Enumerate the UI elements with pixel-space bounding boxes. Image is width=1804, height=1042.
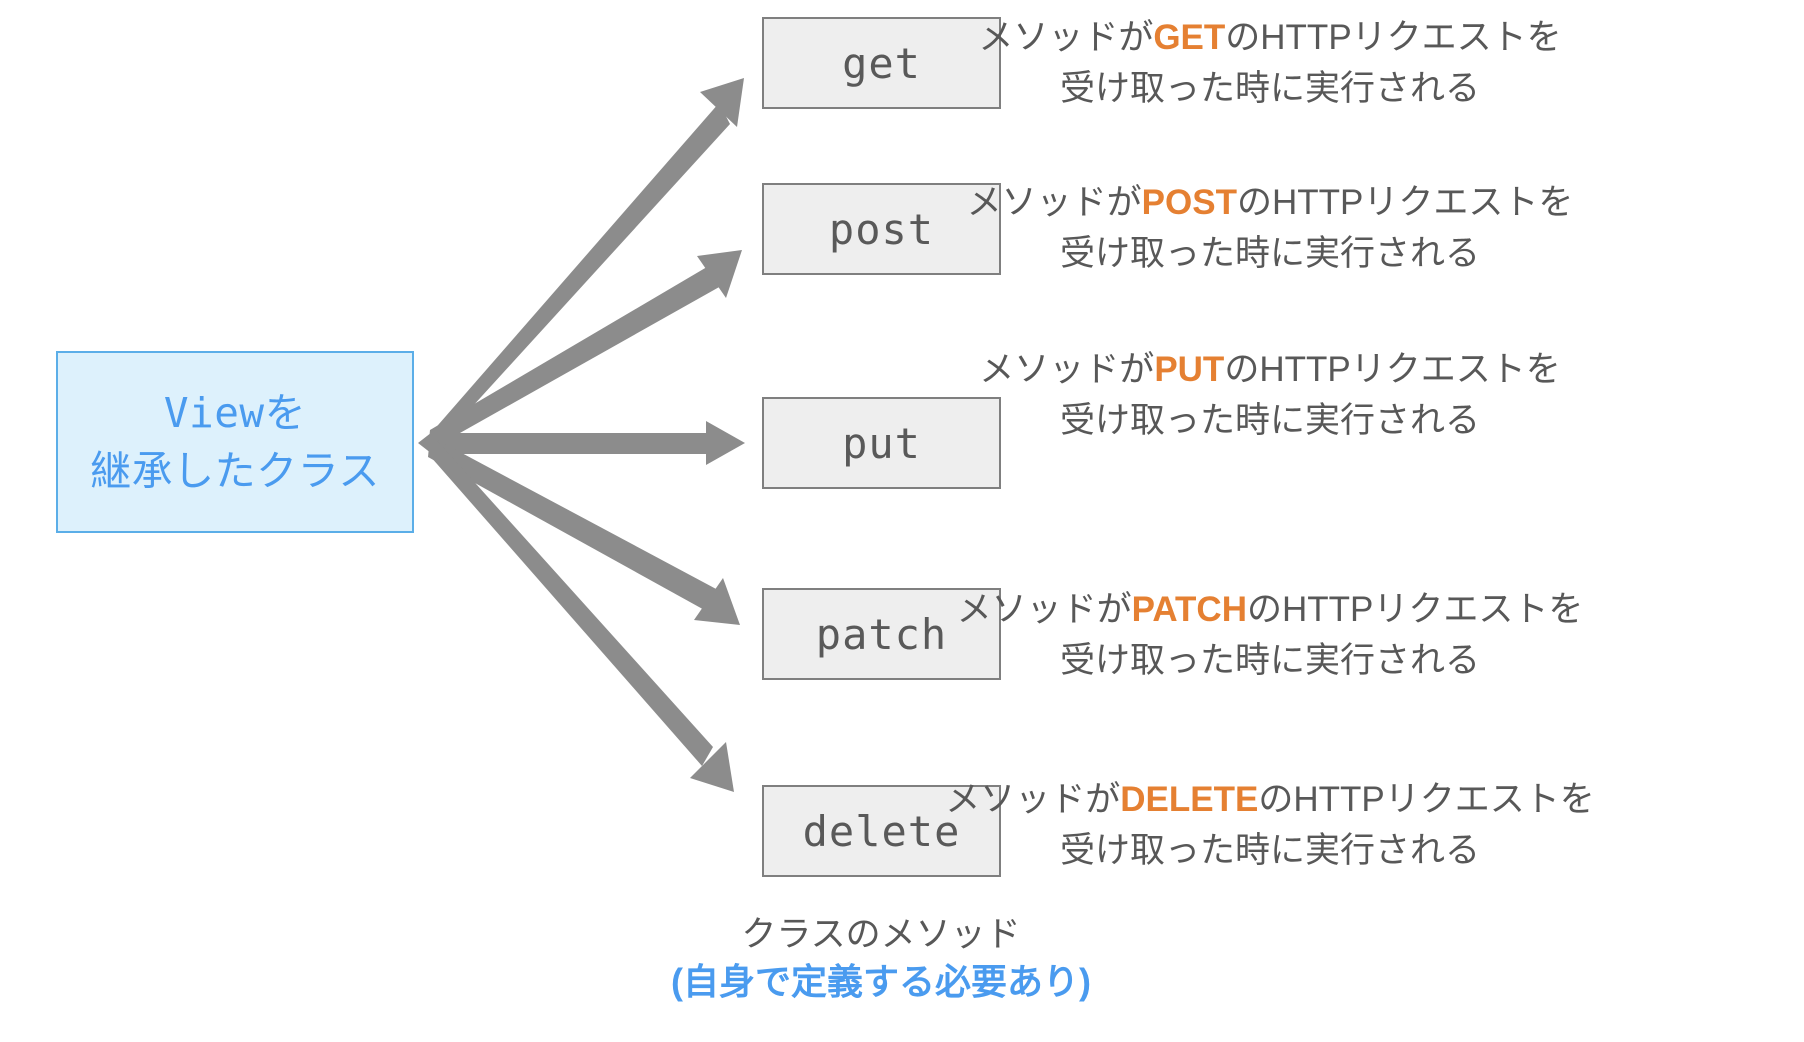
methods-caption-line1: クラスのメソッド	[741, 915, 1021, 954]
source-class-box[interactable]: Viewを 継承したクラス	[56, 351, 414, 533]
arrow-to-put	[432, 421, 745, 465]
description-post-suffix: のHTTPリクエストを	[1236, 183, 1574, 222]
arrow-to-get	[430, 78, 744, 453]
arrow-to-patch	[428, 436, 740, 625]
description-post-prefix: メソッドが	[966, 183, 1142, 222]
description-post-verb: POST	[1141, 183, 1237, 222]
description-put-line2: 受け取った時に実行される	[1059, 400, 1480, 440]
description-patch-line2: 受け取った時に実行される	[1059, 640, 1480, 680]
description-patch: メソッドがPATCHのHTTPリクエストを 受け取った時に実行される	[920, 585, 1620, 687]
arrow-to-delete	[430, 435, 734, 792]
description-get-suffix: のHTTPリクエストを	[1225, 18, 1562, 57]
description-put-suffix: のHTTPリクエストを	[1224, 350, 1561, 389]
method-box-put-label: put	[842, 418, 921, 468]
description-put-verb: PUT	[1154, 350, 1225, 389]
description-get-verb: GET	[1153, 18, 1226, 57]
source-class-label-line1: Viewを	[163, 388, 307, 437]
description-post-line2: 受け取った時に実行される	[1059, 233, 1480, 273]
method-box-post-label: post	[828, 204, 935, 254]
description-get-line2: 受け取った時に実行される	[1059, 68, 1480, 108]
description-delete-verb: DELETE	[1120, 780, 1259, 819]
description-delete: メソッドがDELETEのHTTPリクエストを 受け取った時に実行される	[920, 775, 1620, 877]
arrow-convergence-point	[418, 429, 436, 457]
description-delete-line2: 受け取った時に実行される	[1059, 830, 1480, 870]
description-patch-verb: PATCH	[1131, 590, 1247, 629]
description-get: メソッドがGETのHTTPリクエストを 受け取った時に実行される	[920, 13, 1620, 115]
description-put: メソッドがPUTのHTTPリクエストを 受け取った時に実行される	[920, 345, 1620, 447]
methods-caption: クラスのメソッド (自身で定義する必要あり)	[531, 912, 1231, 1006]
source-class-label-line2: 継承したクラス	[90, 447, 380, 495]
methods-caption-line2: (自身で定義する必要あり)	[671, 960, 1091, 1002]
diagram-canvas: Viewを 継承したクラス get メソッドがGETのHTTPリクエストを 受け…	[0, 0, 1804, 1042]
description-get-prefix: メソッドが	[978, 18, 1154, 57]
description-delete-prefix: メソッドが	[945, 780, 1121, 819]
description-post: メソッドがPOSTのHTTPリクエストを 受け取った時に実行される	[920, 178, 1620, 280]
description-patch-suffix: のHTTPリクエストを	[1246, 590, 1584, 629]
method-box-get-label: get	[842, 38, 921, 88]
description-put-prefix: メソッドが	[979, 350, 1155, 389]
description-delete-suffix: のHTTPリクエストを	[1258, 780, 1595, 819]
description-patch-prefix: メソッドが	[956, 590, 1132, 629]
